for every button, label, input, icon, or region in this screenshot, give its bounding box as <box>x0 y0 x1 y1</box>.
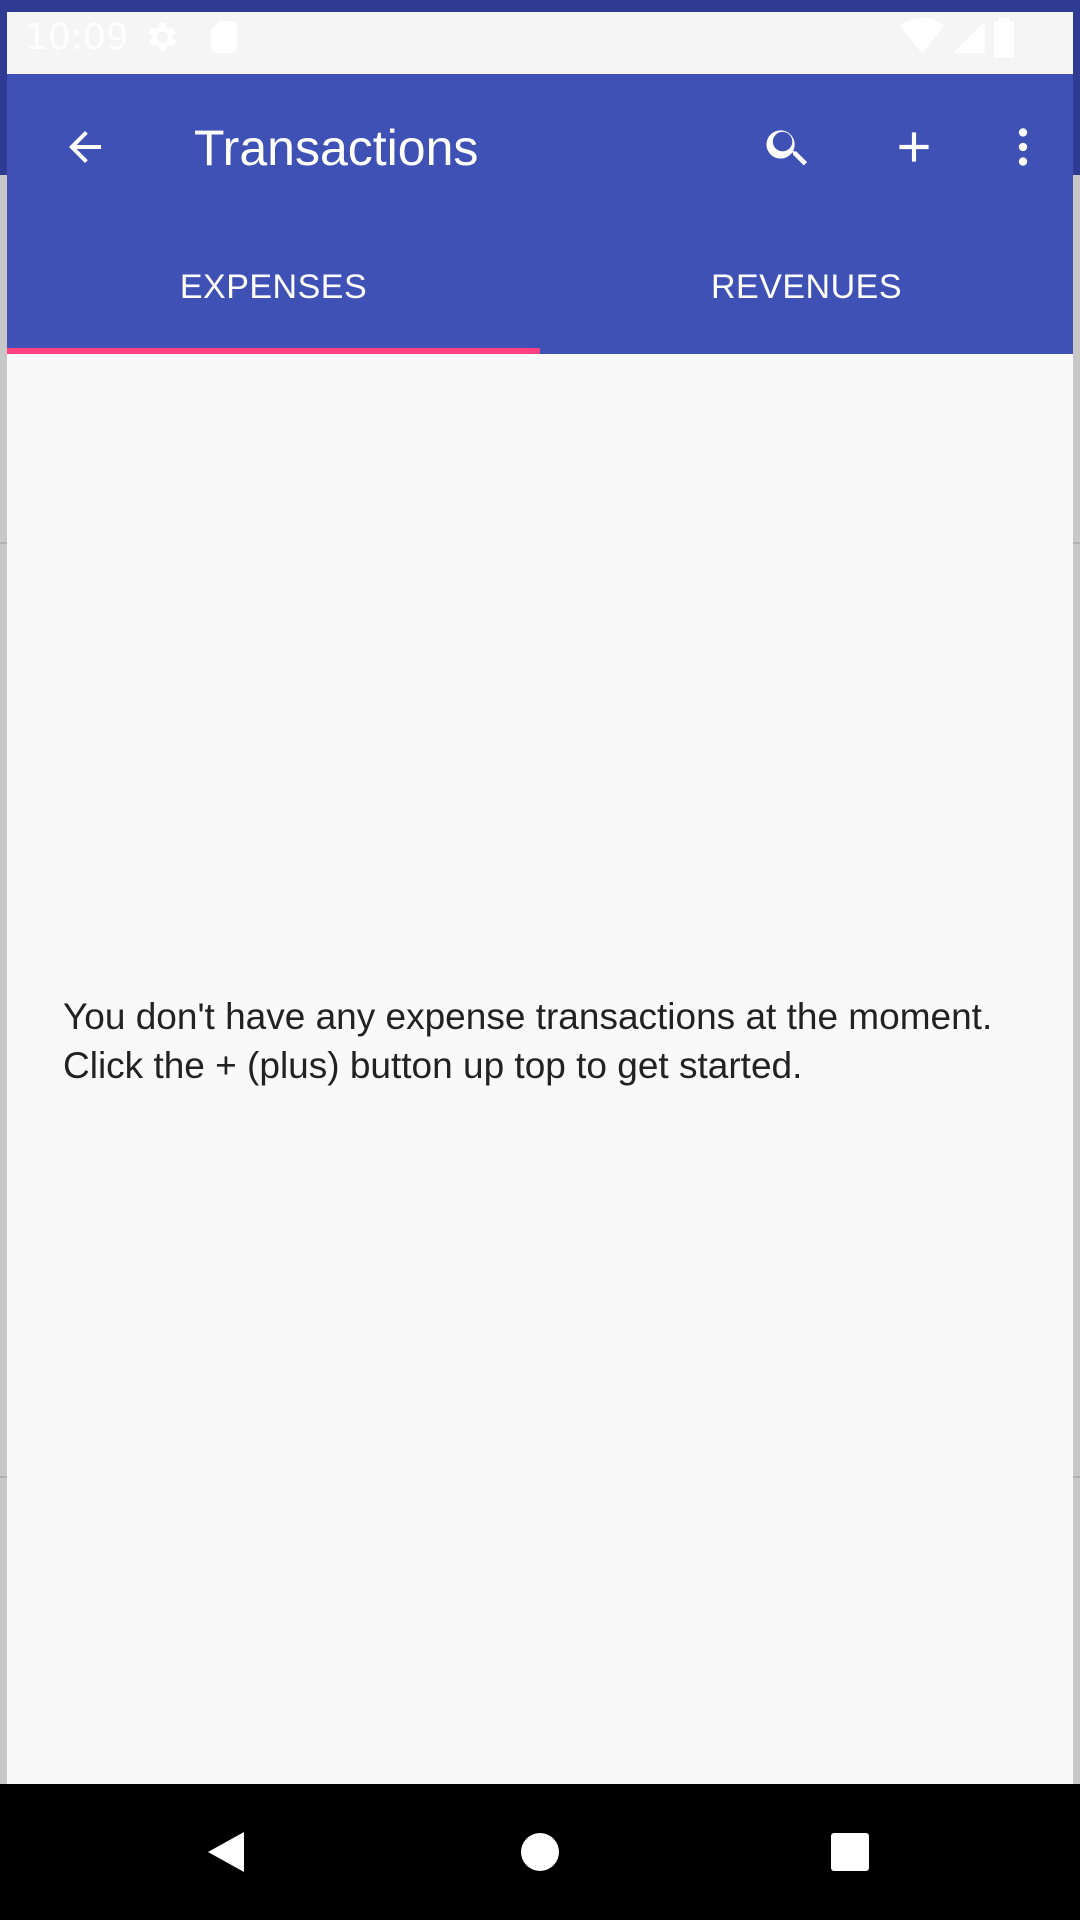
back-arrow-icon <box>69 131 101 163</box>
more-options-button[interactable] <box>983 107 1063 187</box>
nav-back-button[interactable] <box>186 1812 266 1892</box>
tab-indicator <box>7 348 540 354</box>
back-triangle-icon <box>208 1832 244 1872</box>
screen: 10:09 Transactions EXPENSES REVENUES You… <box>0 0 1080 1920</box>
page-title: Transactions <box>194 120 479 176</box>
wifi-icon <box>900 18 944 54</box>
tab-bar: EXPENSES REVENUES <box>7 220 1073 354</box>
add-icon <box>899 132 929 162</box>
home-circle-icon <box>521 1833 559 1871</box>
sd-card-icon <box>211 21 237 53</box>
status-time: 10:09 <box>25 17 129 58</box>
battery-icon <box>994 18 1014 58</box>
tab-expenses[interactable]: EXPENSES <box>7 220 540 354</box>
add-button[interactable] <box>874 107 954 187</box>
tab-revenues[interactable]: REVENUES <box>540 220 1073 354</box>
app-window: 10:09 Transactions EXPENSES REVENUES You… <box>7 12 1073 1784</box>
settings-icon <box>148 22 177 52</box>
navigation-bar <box>0 1784 1080 1920</box>
back-button[interactable] <box>45 107 125 187</box>
empty-state-message: You don't have any expense transactions … <box>63 996 993 1086</box>
signal-icon <box>953 21 985 53</box>
search-icon <box>766 130 808 166</box>
status-bar: 10:09 <box>7 12 1073 74</box>
nav-home-button[interactable] <box>500 1812 580 1892</box>
more-vert-icon <box>1018 128 1028 166</box>
search-button[interactable] <box>748 107 828 187</box>
app-bar: Transactions <box>7 74 1073 220</box>
nav-recents-button[interactable] <box>810 1812 890 1892</box>
recents-square-icon <box>831 1833 869 1871</box>
